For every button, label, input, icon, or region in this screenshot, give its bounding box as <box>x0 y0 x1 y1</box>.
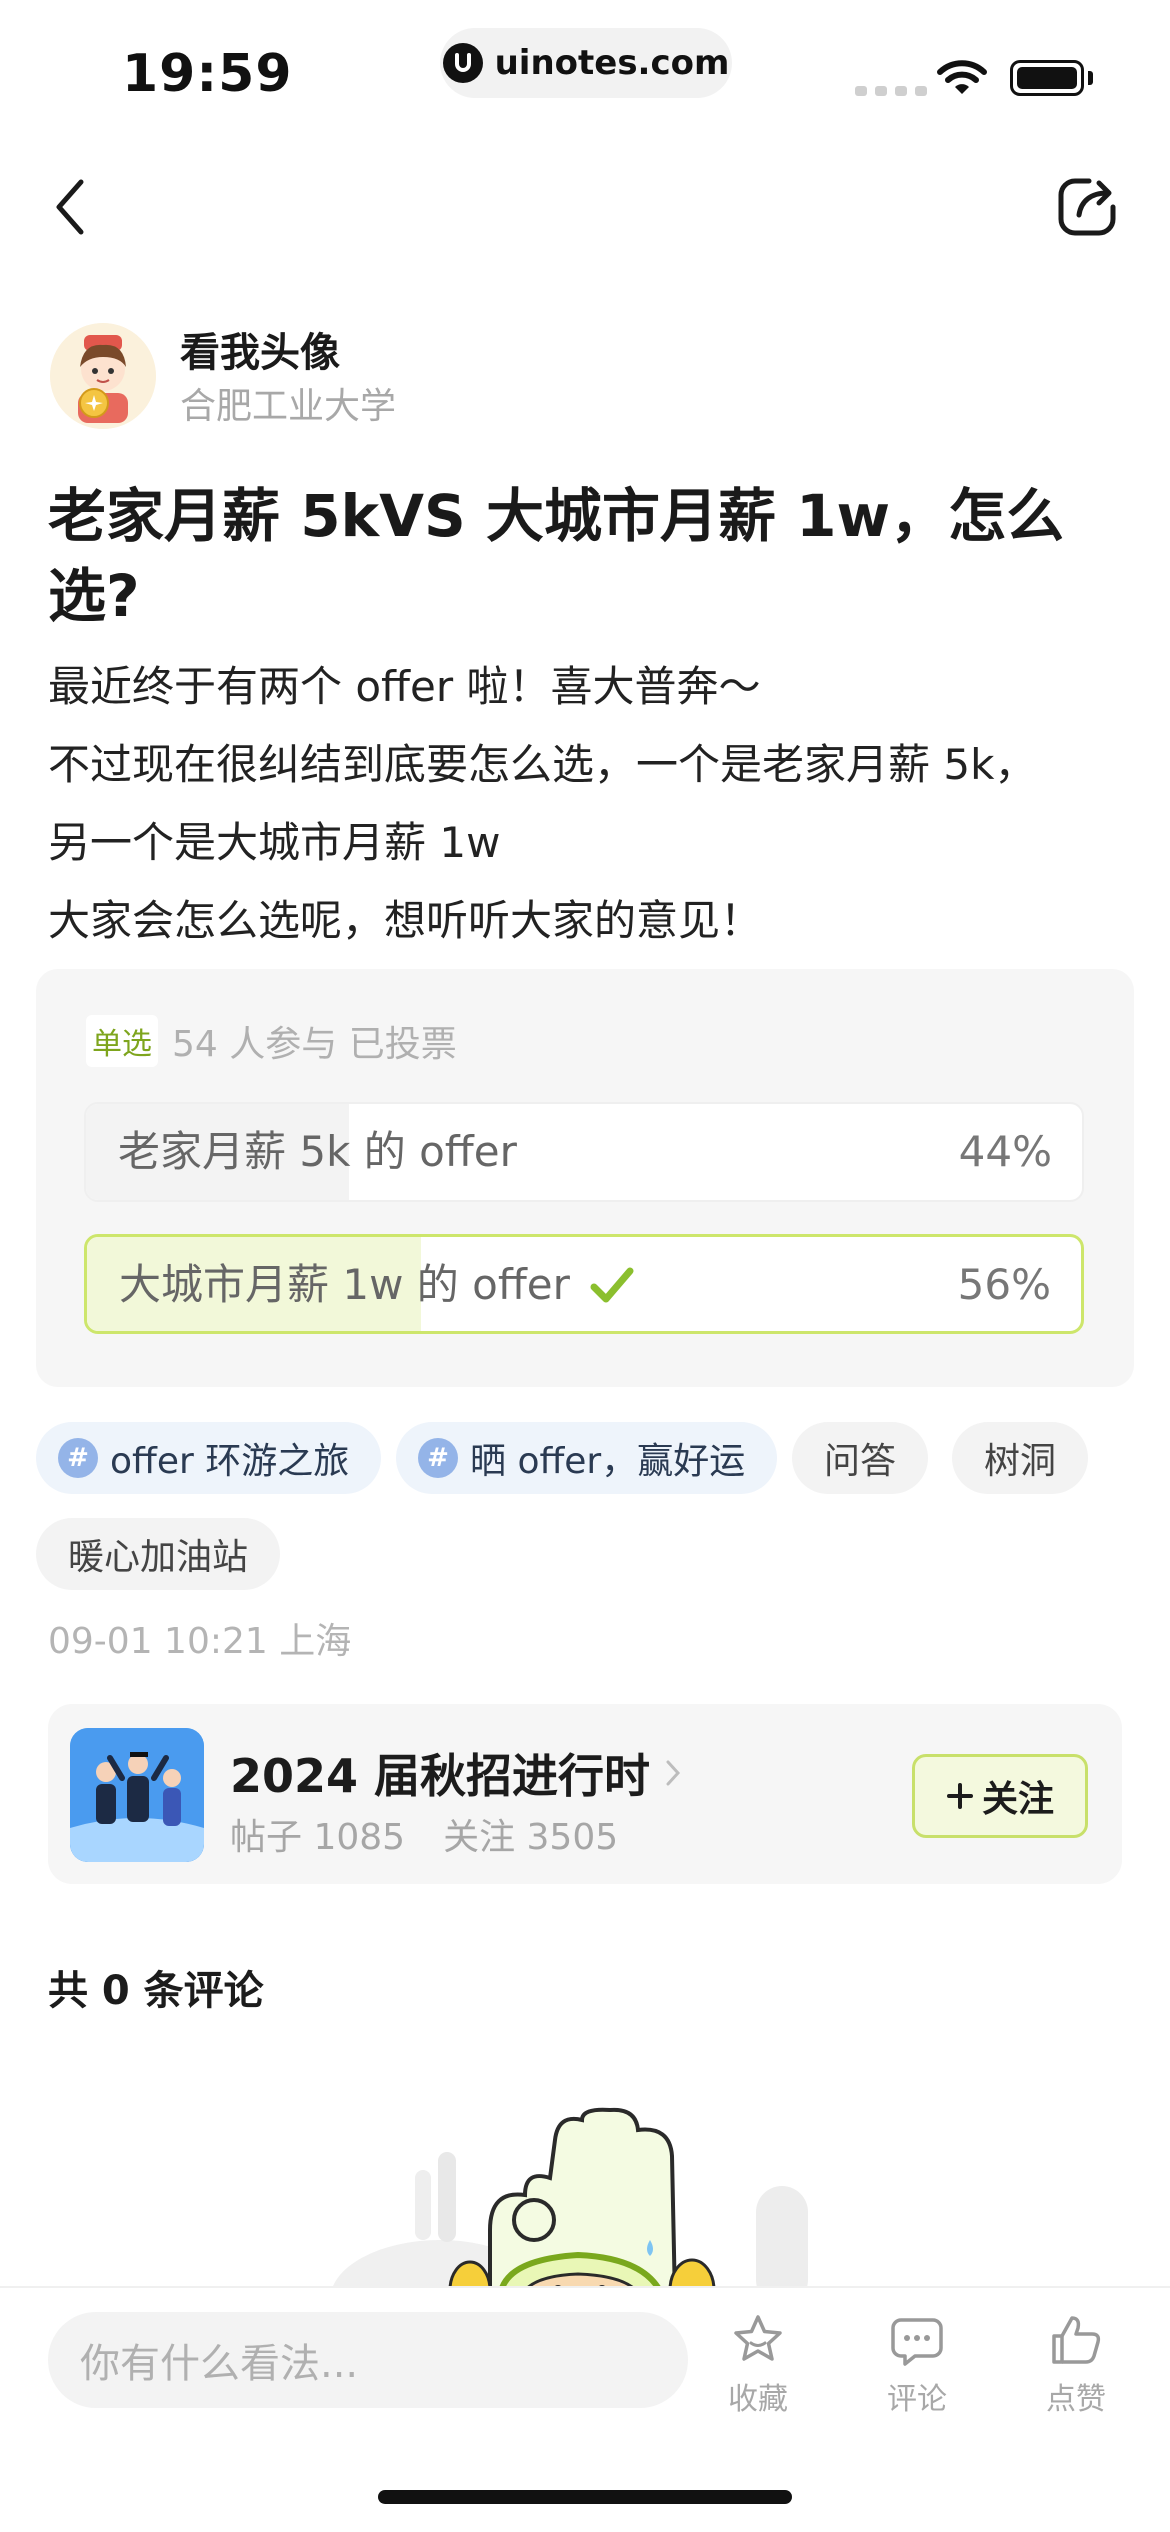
share-button[interactable] <box>1052 172 1122 242</box>
back-button[interactable] <box>40 172 100 242</box>
poll-stats: 54 人参与 已投票 <box>172 1024 457 1065</box>
follow-button[interactable]: 关注 <box>912 1754 1088 1838</box>
check-icon <box>590 1267 634 1303</box>
circle-name[interactable]: 2024 届秋招进行时 <box>230 1740 682 1806</box>
circle-follower-count: 关注 3505 <box>443 1817 619 1858</box>
empty-comments-illustration <box>320 2100 840 2286</box>
poll-card: 单选 54 人参与 已投票 老家月薪 5k 的 offer 44% 大城市月薪 … <box>36 969 1134 1387</box>
share-icon <box>1058 178 1116 236</box>
category-tag[interactable]: 暖心加油站 <box>36 1518 281 1590</box>
favorite-label: 收藏 <box>728 2382 788 2417</box>
url-text: uinotes.com <box>494 43 730 83</box>
post-body-line: 不过现在很纠结到底要怎么选，一个是老家月薪 5k， <box>48 740 1037 789</box>
category-tag[interactable]: 问答 <box>792 1422 929 1494</box>
comment-bubble-icon <box>891 2318 943 2366</box>
status-time: 19:59 <box>122 44 293 104</box>
comment-button[interactable]: 评论 <box>857 2312 977 2424</box>
status-bar: 19:59 uinotes.com <box>0 0 1170 150</box>
like-button[interactable]: 点赞 <box>1016 2312 1136 2424</box>
post-body-line: 最近终于有两个 offer 啦！喜大普奔～ <box>48 662 761 711</box>
favorite-button[interactable]: 收藏 <box>698 2312 818 2424</box>
post-body: 最近终于有两个 offer 啦！喜大普奔～ 不过现在很纠结到底要怎么选，一个是老… <box>48 648 1128 960</box>
like-label: 点赞 <box>1046 2382 1106 2417</box>
poll-option-label: 大城市月薪 1w 的 offer <box>119 1237 636 1331</box>
hashtag-icon: # <box>58 1438 98 1478</box>
home-indicator <box>378 2490 792 2504</box>
battery-icon <box>1010 60 1084 96</box>
poll-type-badge: 单选 <box>86 1015 158 1067</box>
site-logo-icon <box>442 43 483 83</box>
comment-count: 共 0 条评论 <box>48 1968 264 2014</box>
circle-cover-image <box>70 1728 204 1862</box>
wifi-icon <box>936 58 988 102</box>
circle-stats: 帖子 1085 关注 3505 <box>230 1808 618 1860</box>
poll-meta: 单选 54 人参与 已投票 <box>86 1015 457 1067</box>
cellular-signal-icon <box>855 86 927 96</box>
hashtag-icon: # <box>418 1438 458 1478</box>
chevron-right-icon <box>666 1760 681 1786</box>
post-body-line: 另一个是大城市月薪 1w <box>48 818 501 867</box>
circle-card[interactable]: 2024 届秋招进行时 帖子 1085 关注 3505 关注 <box>48 1704 1122 1884</box>
comment-label: 评论 <box>887 2382 947 2417</box>
star-icon <box>734 2315 782 2361</box>
comment-input[interactable]: 你有什么看法... <box>48 2312 688 2408</box>
plus-icon <box>946 1783 973 1809</box>
url-pill[interactable]: uinotes.com <box>440 28 732 98</box>
post-timestamp: 09-01 10:21 上海 <box>48 1621 352 1662</box>
poll-option-bigcity[interactable]: 大城市月薪 1w 的 offer 56% <box>84 1234 1084 1334</box>
author-school: 合肥工业大学 <box>180 386 397 427</box>
topic-tag[interactable]: # 晒 offer，赢好运 <box>396 1422 778 1494</box>
post-body-line: 大家会怎么选呢，想听听大家的意见！ <box>48 896 763 945</box>
poll-option-percent: 56% <box>957 1260 1051 1309</box>
author-avatar[interactable] <box>50 323 156 429</box>
circle-post-count: 帖子 1085 <box>230 1817 406 1858</box>
post-title: 老家月薪 5kVS 大城市月薪 1w，怎么选? <box>48 482 1065 630</box>
category-tag[interactable]: 树洞 <box>952 1422 1089 1494</box>
thumbs-up-icon <box>1052 2316 1101 2364</box>
poll-option-label: 老家月薪 5k 的 offer <box>118 1127 517 1176</box>
topic-tag[interactable]: # offer 环游之旅 <box>36 1422 382 1494</box>
poll-option-percent: 44% <box>958 1127 1052 1176</box>
chevron-left-icon <box>56 179 84 235</box>
author-name[interactable]: 看我头像 <box>180 320 340 378</box>
poll-option-hometown[interactable]: 老家月薪 5k 的 offer 44% <box>84 1102 1084 1202</box>
